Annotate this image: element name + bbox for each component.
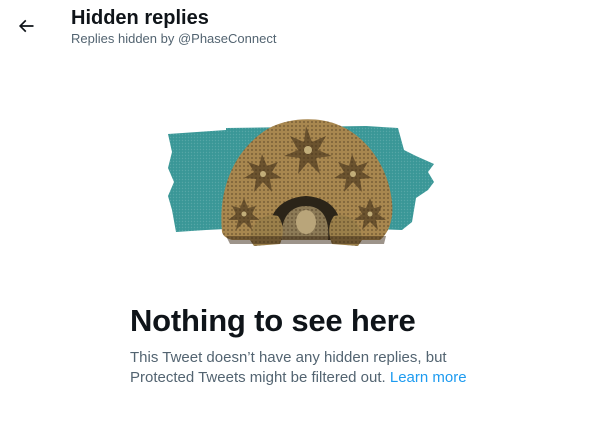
header-text: Hidden replies Replies hidden by @PhaseC… — [71, 5, 276, 47]
empty-state-title: Nothing to see here — [130, 303, 416, 338]
page-title: Hidden replies — [71, 7, 209, 29]
arrow-left-icon — [16, 16, 36, 36]
empty-state-body: This Tweet doesn’t have any hidden repli… — [130, 348, 470, 388]
empty-state: Nothing to see here This Tweet doesn’t h… — [130, 302, 470, 388]
hidden-replies-page: Hidden replies Replies hidden by @PhaseC… — [0, 0, 592, 447]
back-button[interactable] — [10, 10, 42, 42]
page-header: Hidden replies Replies hidden by @PhaseC… — [0, 0, 592, 56]
learn-more-link[interactable]: Learn more — [390, 369, 467, 386]
page-subtitle: Replies hidden by @PhaseConnect — [71, 31, 277, 46]
tortoise-illustration — [166, 112, 436, 257]
